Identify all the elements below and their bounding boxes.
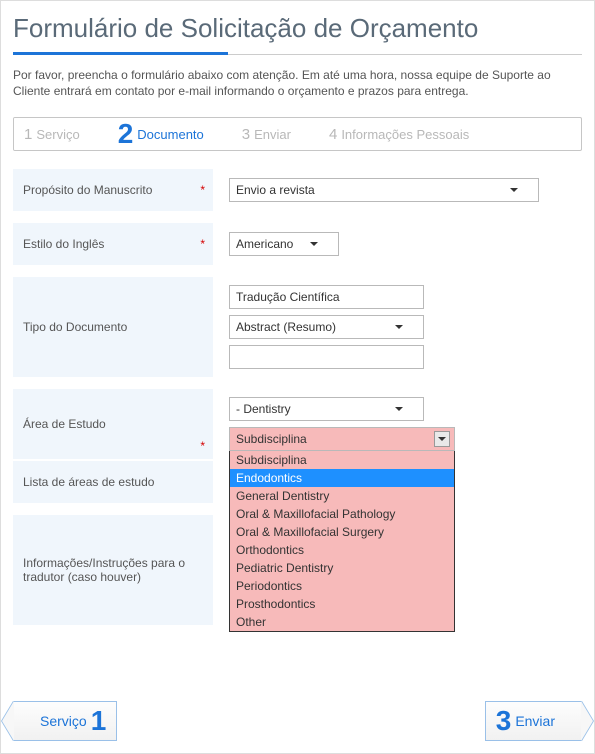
purpose-select[interactable]: Envio a revista [229, 178, 539, 202]
chevron-down-icon [510, 188, 518, 192]
subdiscipline-option[interactable]: Oral & Maxillofacial Pathology [230, 505, 454, 523]
step-2[interactable]: 2Documento [100, 118, 214, 150]
chevron-down-icon [310, 242, 318, 246]
subdiscipline-option[interactable]: Prosthodontics [230, 595, 454, 613]
subdiscipline-option[interactable]: Endodontics [230, 469, 454, 487]
chevron-down-icon [395, 325, 403, 329]
engstyle-select[interactable]: Americano [229, 232, 339, 256]
chevron-down-icon [395, 407, 403, 411]
subdiscipline-option[interactable]: Oral & Maxillofacial Surgery [230, 523, 454, 541]
step-bar: 1Serviço 2Documento 3Enviar 4Informações… [13, 117, 582, 151]
intro-text: Por favor, preencha o formulário abaixo … [13, 67, 582, 99]
label-purpose: Propósito do Manuscrito* [13, 169, 213, 211]
study-select[interactable]: - Dentistry [229, 397, 424, 421]
label-engstyle: Estilo do Inglês* [13, 223, 213, 265]
subdiscipline-select[interactable]: Subdisciplina [229, 427, 455, 451]
step-3[interactable]: 3Enviar [224, 118, 301, 150]
subdiscipline-dropdown-list[interactable]: SubdisciplinaEndodonticsGeneral Dentistr… [229, 451, 455, 632]
doctype-extra[interactable] [229, 345, 424, 369]
subdiscipline-option[interactable]: General Dentistry [230, 487, 454, 505]
step-1[interactable]: 1Serviço [14, 118, 90, 150]
subdiscipline-option[interactable]: Orthodontics [230, 541, 454, 559]
step-4[interactable]: 4Informações Pessoais [311, 118, 479, 150]
page-title: Formulário de Solicitação de Orçamento [13, 9, 582, 55]
prev-button[interactable]: Serviço1 [13, 701, 117, 741]
subdiscipline-option[interactable]: Pediatric Dentistry [230, 559, 454, 577]
label-notes: Informações/Instruções para o tradutor (… [13, 515, 213, 625]
label-study: Área de Estudo* [13, 389, 213, 459]
chevron-down-icon [434, 431, 450, 447]
title-accent [13, 52, 228, 55]
doctype-select[interactable]: Abstract (Resumo) [229, 315, 424, 339]
label-doctype: Tipo do Documento [13, 277, 213, 377]
subdiscipline-option[interactable]: Other [230, 613, 454, 631]
next-button[interactable]: 3Enviar [485, 701, 582, 741]
subdiscipline-option[interactable]: Periodontics [230, 577, 454, 595]
doctype-text[interactable] [229, 285, 424, 309]
subdiscipline-option[interactable]: Subdisciplina [230, 451, 454, 469]
label-sublist: Lista de áreas de estudo [13, 461, 213, 503]
